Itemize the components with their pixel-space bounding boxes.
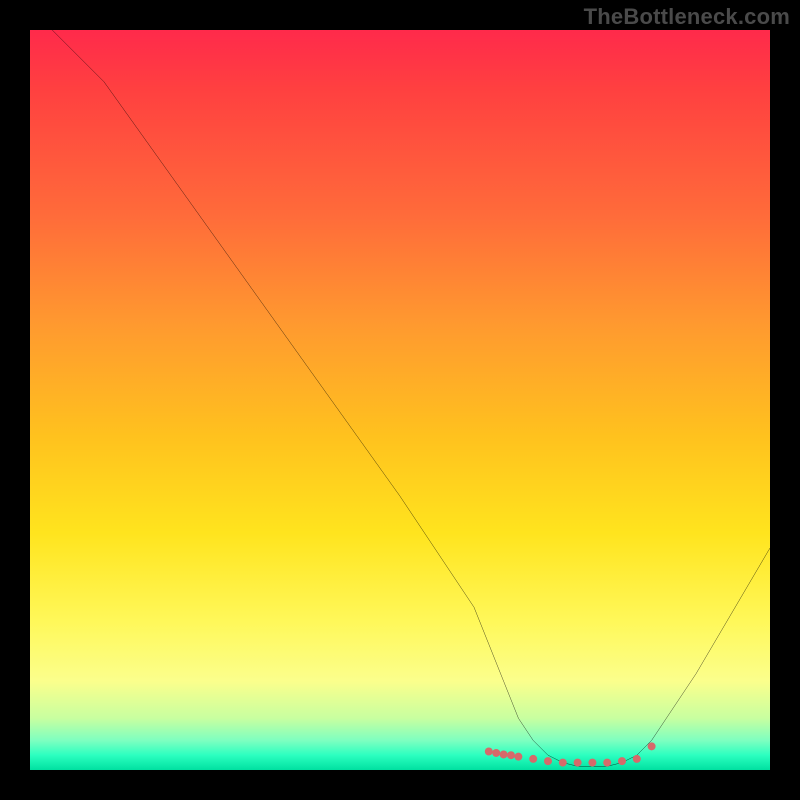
chart-markers [485, 742, 656, 766]
marker-dot [544, 757, 552, 765]
chart-svg [30, 30, 770, 770]
marker-dot [633, 755, 641, 763]
marker-dot [500, 750, 508, 758]
marker-dot [559, 759, 567, 767]
marker-dot [529, 755, 537, 763]
marker-dot [574, 759, 582, 767]
chart-curve [52, 30, 770, 766]
plot-area [30, 30, 770, 770]
watermark-text: TheBottleneck.com [584, 4, 790, 30]
marker-dot [618, 757, 626, 765]
marker-dot [485, 748, 493, 756]
marker-dot [588, 759, 596, 767]
marker-dot [648, 742, 656, 750]
marker-dot [507, 751, 515, 759]
marker-dot [492, 749, 500, 757]
chart-frame: TheBottleneck.com [0, 0, 800, 800]
marker-dot [514, 753, 522, 761]
marker-dot [603, 759, 611, 767]
